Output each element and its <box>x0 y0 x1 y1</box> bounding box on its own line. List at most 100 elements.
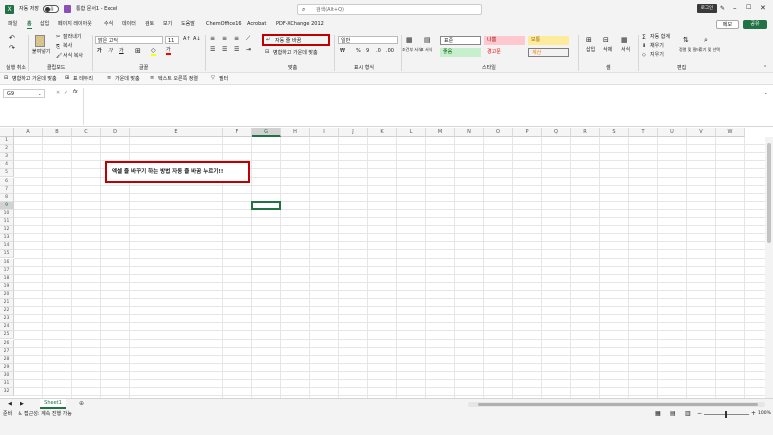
delete-cells-button[interactable]: 삭제 <box>603 48 612 53</box>
font-size-select[interactable]: 11 <box>165 36 179 44</box>
page-layout-view-icon[interactable]: ▤ <box>670 410 676 417</box>
row-header[interactable]: 5 <box>0 169 14 178</box>
name-box[interactable]: G9 ⌄ <box>3 89 45 98</box>
column-header[interactable]: N <box>455 128 484 137</box>
expand-formula-icon[interactable]: ⌄ <box>764 90 767 95</box>
font-name-select[interactable]: 맑은 고딕 <box>95 36 163 44</box>
column-header[interactable]: A <box>14 128 43 137</box>
maximize-icon[interactable]: ☐ <box>746 4 751 11</box>
comma-icon[interactable]: 9 <box>366 49 369 54</box>
column-header[interactable]: W <box>716 128 745 137</box>
row-header[interactable]: 19 <box>0 282 14 291</box>
column-header[interactable]: J <box>339 128 368 137</box>
currency-icon[interactable]: ₩ <box>340 49 345 54</box>
tab-chemoffice[interactable]: ChemOffice16 <box>206 22 242 27</box>
column-header[interactable]: V <box>687 128 716 137</box>
tab-view[interactable]: 보기 <box>163 22 172 27</box>
tab-home[interactable]: 홈 <box>27 22 32 29</box>
italic-icon[interactable]: 가 <box>108 49 113 54</box>
worksheet-grid[interactable]: ABCDEFGHIJKLMNOPQRSTUVW 1 2 3 4 5 6 7 8 9 10 11 12 1… <box>0 128 773 398</box>
filter-qa-button[interactable]: 필터 <box>219 76 228 82</box>
row-header[interactable]: 11 <box>0 218 14 226</box>
row-header[interactable]: 17 <box>0 266 14 275</box>
row-header[interactable]: 10 <box>0 209 14 218</box>
fill-color-icon[interactable]: ◇ <box>151 47 156 56</box>
collapse-ribbon-icon[interactable]: ⌃ <box>763 65 767 71</box>
row-header[interactable]: 23 <box>0 315 14 324</box>
tab-insert[interactable]: 삽입 <box>40 22 49 27</box>
column-header[interactable]: O <box>484 128 513 137</box>
percent-icon[interactable]: % <box>356 49 361 54</box>
border-icon[interactable]: ⊞ <box>135 47 141 55</box>
sort-filter-button[interactable]: 정렬 및 필터 <box>679 48 700 52</box>
zoom-out-icon[interactable]: − <box>697 410 702 417</box>
merge-center-qa-button[interactable]: 병합하고 가운데 맞춤 <box>12 76 57 82</box>
tab-pdfxchange[interactable]: PDF-XChange 2012 <box>276 22 324 27</box>
search-box[interactable]: ⌕ 검색(Alt+Q) <box>297 4 482 15</box>
paste-icon[interactable] <box>35 35 45 47</box>
autosum-button[interactable]: 자동 합계 <box>650 35 670 40</box>
row-header[interactable]: 32 <box>0 388 14 397</box>
style-bad[interactable]: 나쁨 <box>484 36 525 45</box>
row-header[interactable]: 15 <box>0 250 14 259</box>
decrease-decimal-icon[interactable]: .00 <box>386 49 394 54</box>
cancel-icon[interactable]: ✕ <box>56 90 60 96</box>
column-header[interactable]: R <box>571 128 600 137</box>
formula-input[interactable] <box>83 88 763 125</box>
grow-font-icon[interactable]: A↑ <box>183 37 191 42</box>
column-header[interactable]: E <box>130 128 223 137</box>
tab-review[interactable]: 검토 <box>145 22 154 27</box>
table-format-button[interactable]: 표 서식 <box>420 48 432 52</box>
style-good[interactable]: 좋음 <box>440 48 481 57</box>
row-header[interactable]: 3 <box>0 153 14 162</box>
column-header[interactable]: D <box>101 128 130 137</box>
row-header[interactable]: 31 <box>0 380 14 388</box>
insert-cells-button[interactable]: 삽입 <box>586 48 595 53</box>
row-header[interactable]: 30 <box>0 371 14 380</box>
zoom-slider[interactable] <box>704 411 749 418</box>
row-header[interactable]: 24 <box>0 323 14 332</box>
tab-acrobat[interactable]: Acrobat <box>247 22 266 27</box>
cut-button[interactable]: 잘라내기 <box>63 35 81 40</box>
find-select-button[interactable]: 찾기 및 선택 <box>699 48 720 52</box>
annotation-textbox[interactable]: 엑셀 줄 바꾸기 하는 방법 자동 줄 바꿈 누르기!! <box>105 161 250 183</box>
selected-cell[interactable] <box>251 200 281 210</box>
fill-button[interactable]: 채우기 <box>650 44 664 49</box>
style-warning[interactable]: 경고문 <box>484 48 525 57</box>
tab-file[interactable]: 파일 <box>8 22 17 27</box>
column-header[interactable]: F <box>223 128 252 137</box>
shrink-font-icon[interactable]: A↓ <box>193 37 201 42</box>
row-header[interactable]: 12 <box>0 226 14 235</box>
align-left-icon[interactable]: ☰ <box>210 46 215 53</box>
row-header[interactable]: 25 <box>0 331 14 340</box>
column-header[interactable]: I <box>310 128 339 137</box>
tab-page-layout[interactable]: 페이지 레이아웃 <box>58 22 92 27</box>
zoom-in-icon[interactable]: + <box>751 410 756 417</box>
row-header[interactable]: 1 <box>0 137 14 145</box>
column-header[interactable]: T <box>629 128 658 137</box>
normal-view-icon[interactable]: ▦ <box>655 410 661 417</box>
close-icon[interactable]: ✕ <box>760 4 766 12</box>
column-header[interactable]: S <box>600 128 629 137</box>
row-header[interactable]: 16 <box>0 258 14 267</box>
zoom-level[interactable]: 100% <box>758 411 771 417</box>
tab-data[interactable]: 데이터 <box>122 22 136 27</box>
copy-button[interactable]: 복사 <box>63 44 72 49</box>
column-header[interactable]: P <box>513 128 542 137</box>
sheet-tab-sheet1[interactable]: Sheet1 <box>40 399 66 409</box>
align-bottom-icon[interactable]: ≡ <box>234 35 239 42</box>
conditional-format-button[interactable]: 조건부 서식 <box>402 48 422 52</box>
center-qa-button[interactable]: 가운데 맞춤 <box>115 76 140 82</box>
share-button[interactable]: 공유 <box>743 20 767 29</box>
column-header[interactable]: G <box>252 128 281 137</box>
save-icon[interactable] <box>64 5 71 13</box>
redo-icon[interactable]: ↷ <box>9 44 15 52</box>
enter-icon[interactable]: ✓ <box>64 90 68 96</box>
row-header[interactable]: 18 <box>0 274 14 283</box>
row-header[interactable]: 9 <box>0 201 14 210</box>
align-top-icon[interactable]: ≡ <box>210 35 215 42</box>
format-painter-button[interactable]: 서식 복사 <box>63 54 83 59</box>
align-right-icon[interactable]: ☰ <box>234 46 239 53</box>
font-color-icon[interactable]: 가 <box>166 48 171 55</box>
row-header[interactable]: 22 <box>0 307 14 316</box>
